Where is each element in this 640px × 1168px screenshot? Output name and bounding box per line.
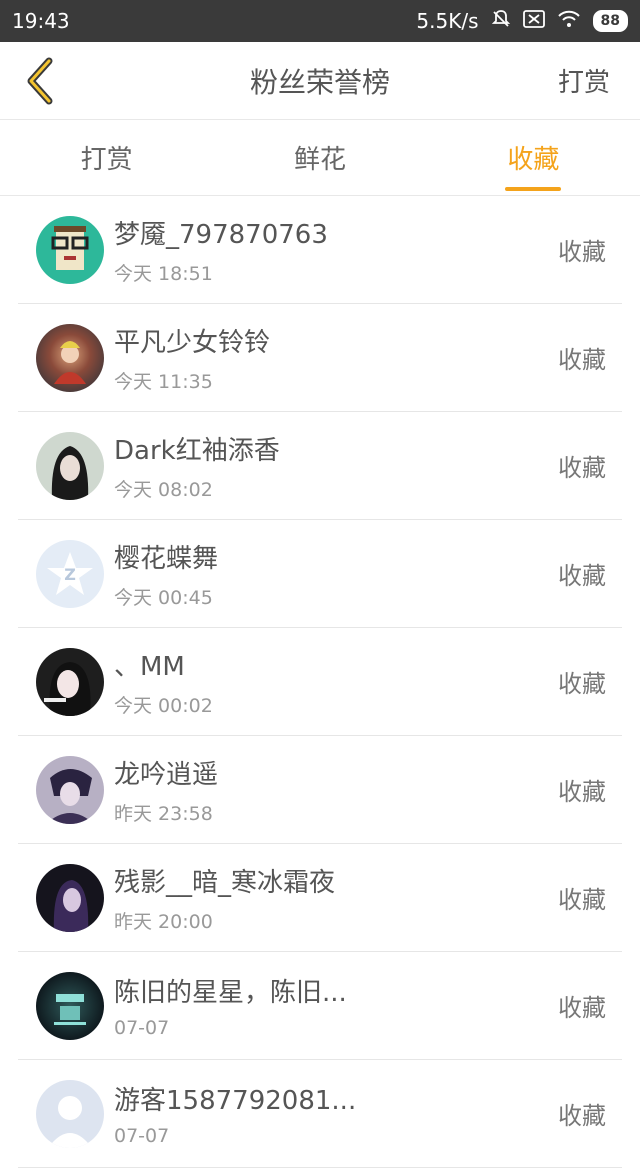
- tab-reward[interactable]: 打赏: [0, 120, 213, 195]
- status-bar: 19:43 5.5K/s 88: [0, 0, 640, 42]
- avatar: [36, 971, 104, 1040]
- timestamp: 今天 11:35: [114, 370, 213, 393]
- avatar: [36, 647, 104, 716]
- action-label: 收藏: [558, 454, 606, 482]
- user-name: 陈旧的星星，陈旧...: [114, 978, 347, 1008]
- list-item[interactable]: Z 樱花蝶舞今天 00:45 收藏: [18, 520, 622, 628]
- page-title: 粉丝荣誉榜: [249, 65, 390, 99]
- list-item[interactable]: 游客1587792081... 07-07 收藏: [18, 1060, 622, 1168]
- wifi-icon: [557, 10, 581, 32]
- fan-list: 梦魇_797870763 今天 18:51 收藏 平凡少女铃铃今天 11:35 收…: [0, 196, 640, 1168]
- tab-label: 收藏: [507, 145, 560, 175]
- tab-label: 鲜花: [293, 145, 346, 175]
- mute-bell-icon: [491, 9, 511, 33]
- tab-bar: 打赏 鲜花 收藏: [0, 120, 640, 196]
- timestamp: 昨天 20:00: [114, 910, 213, 933]
- user-name: Dark红袖添香: [114, 435, 280, 466]
- reward-button[interactable]: 打赏: [558, 62, 640, 99]
- avatar: [36, 215, 104, 284]
- chevron-left-icon: [27, 57, 53, 104]
- user-name: 梦魇_797870763: [114, 219, 328, 250]
- nav-bar: 粉丝荣誉榜 打赏: [0, 42, 640, 120]
- list-item[interactable]: 龙吟逍遥昨天 23:58 收藏: [18, 736, 622, 844]
- action-label: 收藏: [558, 346, 606, 374]
- timestamp: 今天 00:45: [114, 586, 213, 609]
- user-name: 龙吟逍遥: [114, 759, 219, 790]
- action-label: 收藏: [558, 778, 606, 806]
- timestamp: 今天 08:02: [114, 478, 213, 501]
- tab-favorites[interactable]: 收藏: [427, 120, 640, 195]
- avatar: [36, 755, 104, 824]
- list-item[interactable]: 梦魇_797870763 今天 18:51 收藏: [18, 196, 622, 304]
- user-name: 平凡少女铃铃: [114, 327, 271, 358]
- tab-flowers[interactable]: 鲜花: [213, 120, 426, 195]
- tab-indicator: [505, 187, 562, 191]
- battery-icon: 88: [592, 10, 628, 32]
- user-name: 残影__暗_寒冰霜夜: [114, 867, 336, 898]
- timestamp: 昨天 23:58: [114, 802, 213, 825]
- action-label: 收藏: [558, 994, 606, 1022]
- status-time: 19:43: [12, 9, 70, 33]
- list-item[interactable]: Dark红袖添香今天 08:02 收藏: [18, 412, 622, 520]
- avatar: Z: [36, 539, 104, 608]
- timestamp: 07-07: [114, 1125, 170, 1147]
- network-speed: 5.5K/s: [416, 9, 479, 33]
- avatar: [36, 863, 104, 932]
- timestamp: 07-07: [114, 1017, 170, 1039]
- list-item[interactable]: 平凡少女铃铃今天 11:35 收藏: [18, 304, 622, 412]
- avatar: [36, 323, 104, 392]
- user-name: 游客1587792081...: [114, 1086, 357, 1116]
- svg-text:Z: Z: [64, 565, 76, 584]
- tab-label: 打赏: [80, 145, 133, 175]
- user-name: 、MM: [114, 651, 185, 682]
- avatar: [36, 431, 104, 500]
- action-label: 收藏: [558, 562, 606, 590]
- user-name: 樱花蝶舞: [114, 543, 219, 574]
- list-item[interactable]: 、MM 今天 00:02 收藏: [18, 628, 622, 736]
- timestamp: 今天 00:02: [114, 694, 213, 717]
- battery-level: 88: [600, 13, 620, 29]
- action-label: 收藏: [558, 886, 606, 914]
- action-label: 收藏: [558, 238, 606, 266]
- status-icons: 5.5K/s 88: [416, 9, 628, 33]
- timestamp: 今天 18:51: [114, 262, 213, 285]
- list-item[interactable]: 陈旧的星星，陈旧... 07-07 收藏: [18, 952, 622, 1060]
- action-label: 收藏: [558, 670, 606, 698]
- sim-none-icon: [522, 10, 545, 32]
- list-item[interactable]: 残影__暗_寒冰霜夜昨天 20:00 收藏: [18, 844, 622, 952]
- back-button[interactable]: [0, 42, 80, 120]
- avatar: [36, 1079, 104, 1148]
- action-label: 收藏: [558, 1102, 606, 1130]
